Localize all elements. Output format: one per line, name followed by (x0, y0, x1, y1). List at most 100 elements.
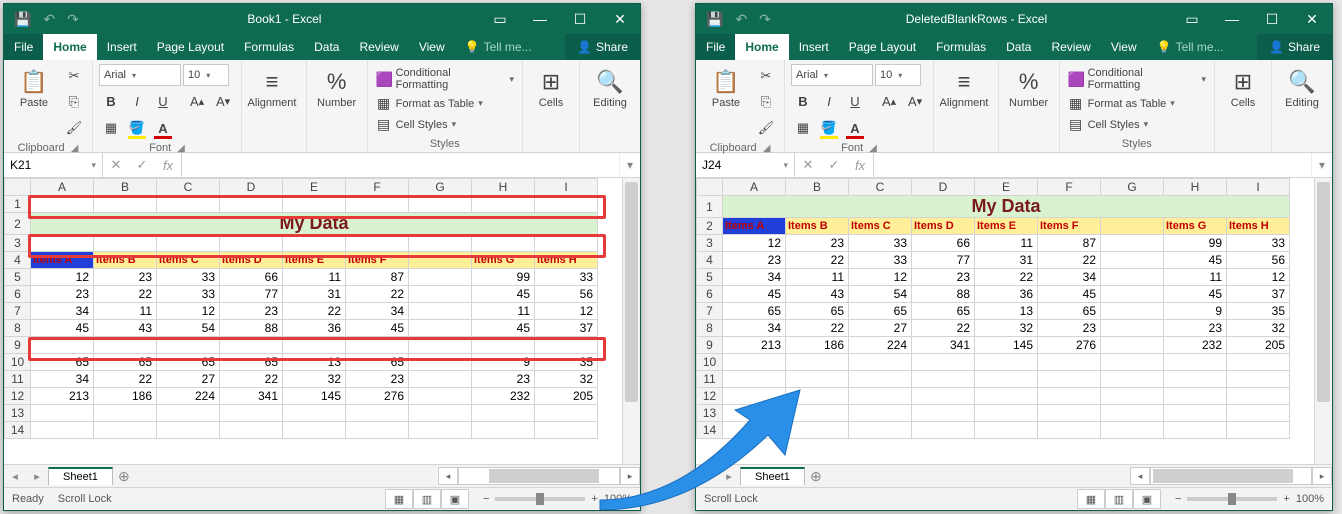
cell[interactable] (723, 388, 786, 405)
cell[interactable] (472, 422, 535, 439)
minimize-button[interactable]: — (520, 4, 560, 34)
tab-view[interactable]: View (409, 34, 455, 60)
normal-view-icon[interactable]: ▦ (385, 489, 413, 509)
cell[interactable]: 276 (1038, 337, 1101, 354)
cell[interactable]: 45 (472, 320, 535, 337)
cell[interactable]: 77 (220, 286, 283, 303)
row-header[interactable]: 6 (5, 286, 31, 303)
cell[interactable] (723, 371, 786, 388)
cell[interactable]: Items A (723, 218, 786, 235)
expand-formula-icon[interactable]: ▾ (1311, 153, 1332, 177)
cell[interactable] (409, 196, 472, 213)
add-sheet-icon[interactable]: ⊕ (805, 468, 827, 485)
cell[interactable]: 65 (346, 354, 409, 371)
fill-color-button[interactable]: 🪣 (125, 116, 149, 140)
cell[interactable]: 87 (346, 269, 409, 286)
col-header[interactable]: A (723, 179, 786, 196)
cell[interactable] (912, 371, 975, 388)
tab-file[interactable]: File (4, 34, 43, 60)
cell[interactable]: 65 (786, 303, 849, 320)
cell[interactable] (1227, 388, 1290, 405)
row-header[interactable]: 11 (697, 371, 723, 388)
cell[interactable]: 13 (283, 354, 346, 371)
paste-button[interactable]: 📋 Paste (10, 64, 58, 114)
cell[interactable]: 11 (283, 269, 346, 286)
zoom-slider[interactable] (1187, 497, 1277, 501)
cell[interactable]: 232 (472, 388, 535, 405)
cell[interactable]: 35 (535, 354, 598, 371)
dialog-launcher-icon[interactable]: ◢ (177, 143, 185, 154)
cell[interactable]: 22 (786, 252, 849, 269)
cell[interactable] (786, 371, 849, 388)
tab-nav-prev-icon[interactable]: ◂ (696, 470, 718, 483)
dialog-launcher-icon[interactable]: ◢ (869, 143, 877, 154)
cell[interactable] (1227, 422, 1290, 439)
cell[interactable] (535, 196, 598, 213)
horizontal-scrollbar[interactable]: ◂▸ (438, 467, 640, 485)
underline-button[interactable]: U (151, 89, 175, 113)
cell[interactable]: 12 (31, 269, 94, 286)
formula-input[interactable] (182, 153, 619, 177)
col-header[interactable]: A (31, 179, 94, 196)
page-layout-view-icon[interactable]: ▥ (413, 489, 441, 509)
row-header[interactable]: 1 (697, 196, 723, 218)
cell[interactable]: 232 (1164, 337, 1227, 354)
cell[interactable]: Items C (849, 218, 912, 235)
name-box[interactable]: K21▾ (4, 153, 103, 177)
cell[interactable] (723, 422, 786, 439)
cell[interactable]: 32 (1227, 320, 1290, 337)
cell[interactable] (1038, 422, 1101, 439)
copy-icon[interactable]: ⎘ (62, 90, 86, 114)
cell[interactable]: Items G (1164, 218, 1227, 235)
row-header[interactable]: 5 (697, 269, 723, 286)
cell[interactable] (409, 388, 472, 405)
row-header[interactable]: 2 (697, 218, 723, 235)
cell[interactable] (94, 337, 157, 354)
cell[interactable]: 88 (220, 320, 283, 337)
tab-page-layout[interactable]: Page Layout (147, 34, 234, 60)
tab-nav-next-icon[interactable]: ▸ (718, 470, 740, 483)
cell[interactable]: 23 (786, 235, 849, 252)
cell[interactable]: 23 (1164, 320, 1227, 337)
cell[interactable] (1101, 235, 1164, 252)
data-title-cell[interactable]: My Data (723, 196, 1290, 218)
tab-review[interactable]: Review (349, 34, 408, 60)
cell[interactable]: 12 (849, 269, 912, 286)
cell-styles-button[interactable]: ▤Cell Styles▾ (1066, 115, 1151, 134)
col-header[interactable]: D (220, 179, 283, 196)
sheet-tab[interactable]: Sheet1 (48, 467, 113, 485)
cell[interactable]: 22 (94, 286, 157, 303)
font-size-combo[interactable]: 10▾ (875, 64, 921, 86)
cell[interactable]: 213 (31, 388, 94, 405)
cell[interactable] (786, 388, 849, 405)
redo-icon[interactable]: ↷ (67, 11, 79, 28)
row-header[interactable]: 10 (5, 354, 31, 371)
cell[interactable] (786, 422, 849, 439)
cell[interactable] (1038, 354, 1101, 371)
cell[interactable]: 34 (31, 371, 94, 388)
cells-button[interactable]: ⊞Cells (529, 64, 573, 114)
zoom-level[interactable]: 100% (1296, 493, 1324, 505)
font-size-combo[interactable]: 10▾ (183, 64, 229, 86)
tab-home[interactable]: Home (43, 34, 96, 60)
row-header[interactable]: 8 (5, 320, 31, 337)
cell[interactable]: 13 (975, 303, 1038, 320)
col-header[interactable]: F (346, 179, 409, 196)
cell[interactable] (472, 337, 535, 354)
cell[interactable]: 34 (346, 303, 409, 320)
cell[interactable]: 31 (975, 252, 1038, 269)
cell[interactable]: 65 (220, 354, 283, 371)
cell[interactable]: 23 (912, 269, 975, 286)
cell[interactable]: 213 (723, 337, 786, 354)
cell[interactable] (1101, 354, 1164, 371)
cell[interactable] (94, 196, 157, 213)
cell[interactable] (975, 371, 1038, 388)
cell[interactable] (1101, 218, 1164, 235)
cell[interactable]: 205 (1227, 337, 1290, 354)
row-header[interactable]: 13 (697, 405, 723, 422)
cell[interactable]: 65 (157, 354, 220, 371)
undo-icon[interactable]: ↶ (43, 11, 55, 28)
enter-icon[interactable]: ✓ (821, 157, 847, 173)
cell[interactable] (157, 422, 220, 439)
zoom-in-icon[interactable]: + (1283, 493, 1289, 505)
